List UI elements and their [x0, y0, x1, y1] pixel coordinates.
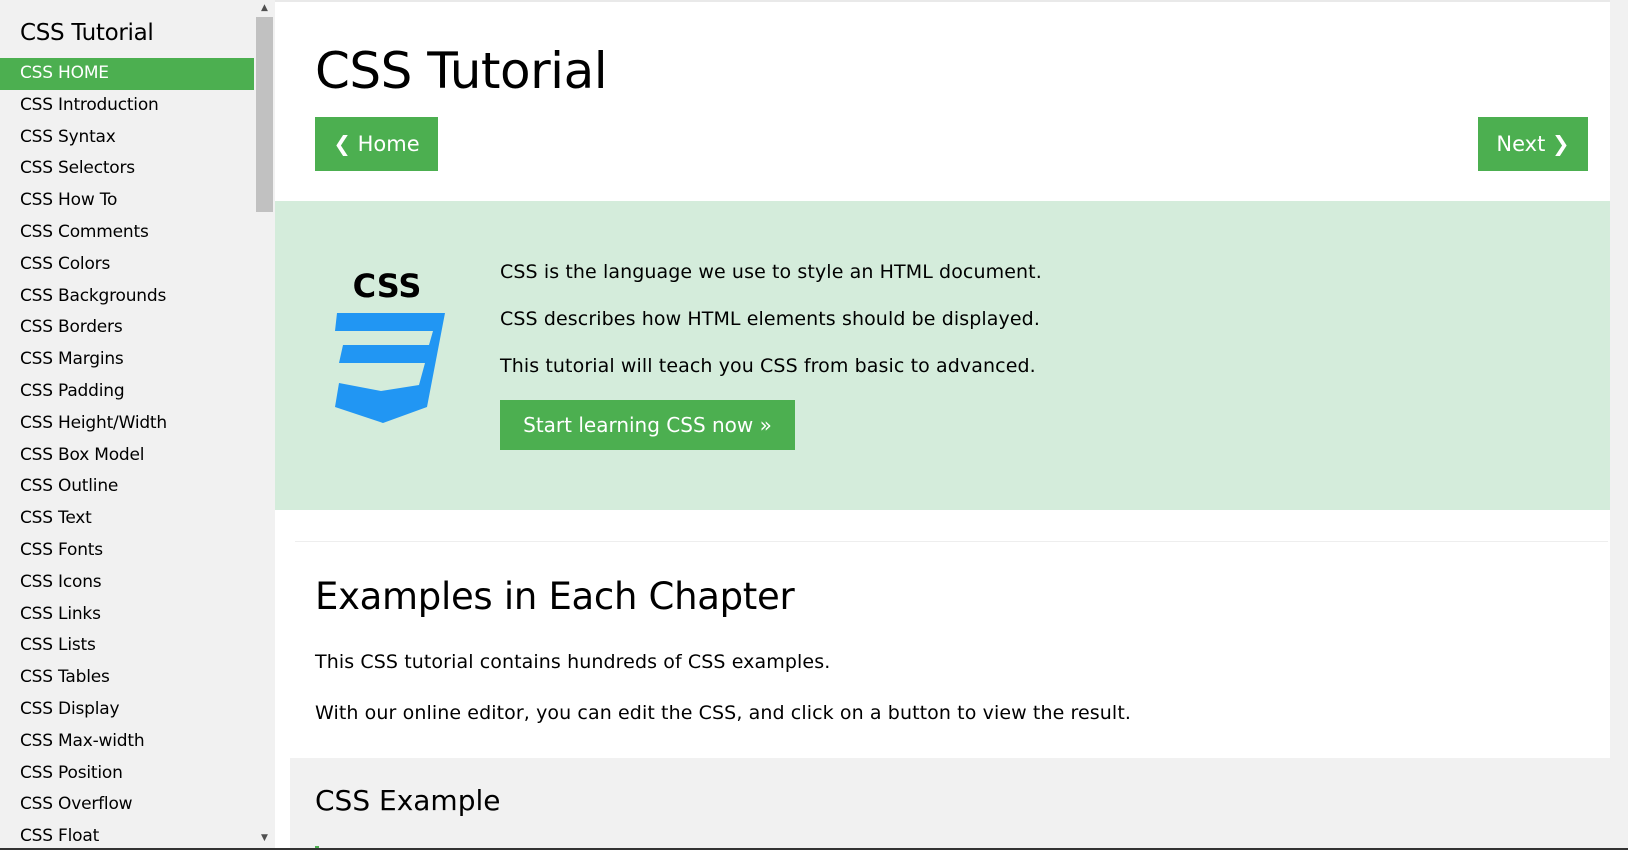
sidebar-item: CSS Selectors — [0, 153, 254, 185]
scrollbar-thumb[interactable] — [256, 17, 273, 212]
sidebar-item: CSS Outline — [0, 471, 254, 503]
examples-paragraph-2: With our online editor, you can edit the… — [315, 702, 1132, 724]
css3-logo-icon: CSS — [335, 267, 445, 423]
intro-line-1: CSS is the language we use to style an H… — [500, 261, 1042, 283]
intro-line-2: CSS describes how HTML elements should b… — [500, 308, 1040, 330]
intro-panel: CSS CSS is the language we use to style … — [275, 201, 1628, 510]
sidebar-item: CSS Lists — [0, 630, 254, 662]
sidebar-item: CSS HOME — [0, 58, 254, 90]
page-scrollbar[interactable] — [1610, 0, 1628, 850]
css-example-box: CSS Example — [290, 758, 1613, 850]
sidebar-title: CSS Tutorial — [20, 20, 154, 46]
sidebar-content: CSS Tutorial CSS HOME CSS Introduction CSS… — [0, 0, 254, 850]
sidebar-item: CSS How To — [0, 185, 254, 217]
sidebar-link-css-introduction[interactable]: CSS Introduction — [0, 90, 254, 122]
sidebar-item: CSS Display — [0, 694, 254, 726]
css-example-title: CSS Example — [315, 784, 501, 817]
sidebar-link-css-comments[interactable]: CSS Comments — [0, 217, 254, 249]
sidebar-item: CSS Borders — [0, 312, 254, 344]
sidebar-link-css-home[interactable]: CSS HOME — [0, 58, 254, 90]
sidebar-link-css-max-width[interactable]: CSS Max-width — [0, 726, 254, 758]
sidebar-item: CSS Icons — [0, 567, 254, 599]
examples-paragraph-1: This CSS tutorial contains hundreds of C… — [315, 651, 831, 673]
sidebar-item: CSS Colors — [0, 249, 254, 281]
examples-heading: Examples in Each Chapter — [315, 575, 795, 618]
start-learning-button[interactable]: Start learning CSS now » — [500, 400, 795, 450]
sidebar-link-css-colors[interactable]: CSS Colors — [0, 249, 254, 281]
intro-line-3: This tutorial will teach you CSS from ba… — [500, 355, 1036, 377]
main-content: CSS Tutorial ❮ Home Next ❯ CSS CSS is th… — [275, 0, 1628, 850]
sidebar-link-css-box-model[interactable]: CSS Box Model — [0, 440, 254, 472]
scroll-up-icon[interactable]: ▲ — [255, 0, 274, 17]
sidebar-item: CSS Padding — [0, 376, 254, 408]
sidebar-item: CSS Links — [0, 599, 254, 631]
sidebar-item: CSS Margins — [0, 344, 254, 376]
sidebar-link-css-lists[interactable]: CSS Lists — [0, 630, 254, 662]
page-title: CSS Tutorial — [315, 42, 608, 100]
sidebar-link-css-overflow[interactable]: CSS Overflow — [0, 789, 254, 821]
sidebar-link-css-text[interactable]: CSS Text — [0, 503, 254, 535]
sidebar-item: CSS Position — [0, 758, 254, 790]
sidebar-link-css-syntax[interactable]: CSS Syntax — [0, 122, 254, 154]
section-divider — [295, 541, 1608, 542]
sidebar-item: CSS Float — [0, 821, 254, 850]
sidebar-item: CSS Height/Width — [0, 408, 254, 440]
scroll-down-icon[interactable]: ▼ — [255, 830, 274, 847]
sidebar-link-css-display[interactable]: CSS Display — [0, 694, 254, 726]
sidebar-item: CSS Backgrounds — [0, 281, 254, 313]
sidebar-link-css-outline[interactable]: CSS Outline — [0, 471, 254, 503]
sidebar-link-css-position[interactable]: CSS Position — [0, 758, 254, 790]
next-button[interactable]: Next ❯ — [1478, 117, 1588, 171]
sidebar-item: CSS Max-width — [0, 726, 254, 758]
sidebar-link-css-margins[interactable]: CSS Margins — [0, 344, 254, 376]
sidebar-item: CSS Introduction — [0, 90, 254, 122]
home-button[interactable]: ❮ Home — [315, 117, 438, 171]
sidebar-link-css-backgrounds[interactable]: CSS Backgrounds — [0, 281, 254, 313]
sidebar-item: CSS Fonts — [0, 535, 254, 567]
sidebar: CSS Tutorial CSS HOME CSS Introduction CSS… — [0, 0, 275, 850]
sidebar-item: CSS Box Model — [0, 440, 254, 472]
sidebar-scrollbar[interactable]: ▲ ▼ — [255, 0, 274, 850]
sidebar-link-css-tables[interactable]: CSS Tables — [0, 662, 254, 694]
sidebar-nav: CSS HOME CSS Introduction CSS Syntax CSS Se… — [0, 58, 254, 850]
sidebar-link-css-borders[interactable]: CSS Borders — [0, 312, 254, 344]
sidebar-link-css-how-to[interactable]: CSS How To — [0, 185, 254, 217]
sidebar-link-css-links[interactable]: CSS Links — [0, 599, 254, 631]
sidebar-item: CSS Overflow — [0, 789, 254, 821]
sidebar-item: CSS Text — [0, 503, 254, 535]
logo-text: CSS — [353, 267, 422, 305]
sidebar-link-css-fonts[interactable]: CSS Fonts — [0, 535, 254, 567]
sidebar-link-css-selectors[interactable]: CSS Selectors — [0, 153, 254, 185]
sidebar-link-css-float[interactable]: CSS Float — [0, 821, 254, 850]
sidebar-link-css-height-width[interactable]: CSS Height/Width — [0, 408, 254, 440]
sidebar-link-css-icons[interactable]: CSS Icons — [0, 567, 254, 599]
sidebar-item: CSS Tables — [0, 662, 254, 694]
sidebar-link-css-padding[interactable]: CSS Padding — [0, 376, 254, 408]
sidebar-item: CSS Comments — [0, 217, 254, 249]
sidebar-item: CSS Syntax — [0, 122, 254, 154]
